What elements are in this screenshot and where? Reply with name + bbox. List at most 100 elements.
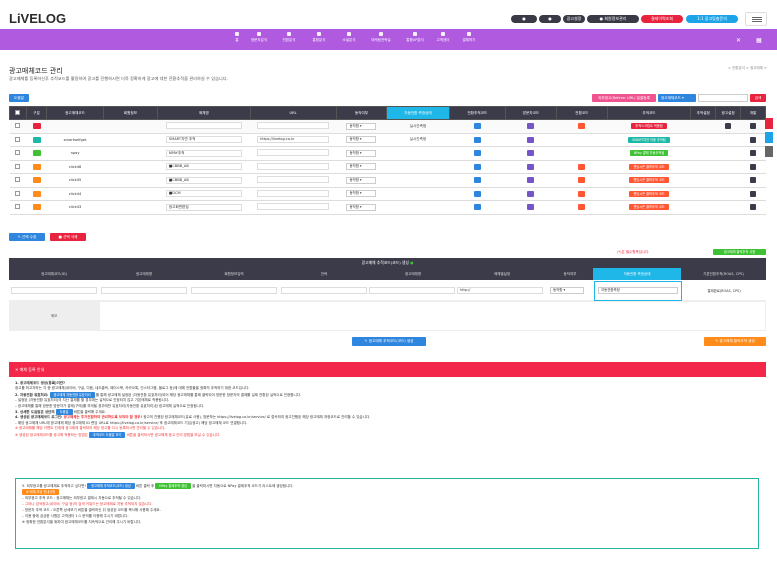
row-status-select[interactable]: 동작함 ▾: [346, 190, 377, 198]
conv-code-icon[interactable]: [473, 150, 481, 157]
gear-icon[interactable]: [725, 123, 732, 130]
row-media-input[interactable]: NPAY추적: [165, 149, 242, 157]
row-checkbox[interactable]: [15, 163, 21, 169]
col-check[interactable]: [9, 106, 27, 120]
memo-textarea[interactable]: [99, 301, 766, 331]
conv-code-icon[interactable]: [473, 190, 481, 197]
track-code-badge[interactable]: 랜딩시즌 클릭추적 코드: [629, 190, 669, 197]
reg-auto-conv-select[interactable]: 자동전환측정: [598, 287, 678, 294]
conv-code-icon[interactable]: [473, 177, 481, 184]
row-url-input[interactable]: [257, 189, 330, 197]
reg-member-input[interactable]: [191, 287, 277, 294]
auto-conv-valid-button[interactable]: 광고매체 자동전환 유효처리: [49, 391, 95, 398]
guide-create-code-button[interactable]: 광고매체 추적코드(코드) 생성: [87, 483, 135, 489]
search-type-select[interactable]: 광고매체코드 ▾: [658, 94, 696, 102]
side-widget-red[interactable]: [765, 118, 773, 129]
conv-icon[interactable]: [578, 163, 586, 170]
top-button-settings[interactable]: ●: [539, 15, 561, 23]
visitor-code-icon[interactable]: [527, 204, 535, 211]
row-media-input[interactable]: SMART자연 추적: [165, 136, 242, 144]
external-referer-bulk-button[interactable]: 외부광고(Referer URL) 일괄등록: [592, 94, 656, 102]
top-button-ad-settings[interactable]: 광고설정: [563, 15, 585, 23]
search-button[interactable]: 검색: [750, 94, 766, 102]
reg-status-select[interactable]: 동작함 ▾: [550, 287, 584, 294]
visitor-code-icon[interactable]: [527, 150, 535, 157]
conv-code-icon[interactable]: [473, 136, 481, 143]
row-url-input[interactable]: [257, 203, 330, 211]
row-status-select[interactable]: 동작함 ▾: [346, 122, 377, 130]
side-widget-blue[interactable]: [765, 132, 773, 143]
conv-code-icon[interactable]: [473, 123, 481, 130]
conv-icon[interactable]: [578, 190, 586, 197]
reg-code-input[interactable]: [11, 287, 97, 294]
track-code-badge[interactable]: SMART자연 자동 추적됨: [628, 136, 670, 143]
visitor-code-icon[interactable]: [527, 136, 535, 143]
row-status-select[interactable]: 동작함 ▾: [346, 163, 377, 171]
row-url-input[interactable]: [257, 176, 330, 184]
reg-name-input[interactable]: [101, 287, 187, 294]
edit-selected-button[interactable]: ✎ 선택 수정: [9, 233, 45, 241]
top-button-inquiry[interactable]: 1:1 광고맞춤문의: [686, 15, 738, 23]
visitor-code-icon[interactable]: [527, 163, 535, 170]
row-checkbox[interactable]: [15, 136, 21, 142]
edit-icon[interactable]: [750, 150, 757, 157]
visitor-code-icon[interactable]: [527, 190, 535, 197]
conv-icon[interactable]: [578, 123, 586, 130]
top-button-home[interactable]: ●: [511, 15, 537, 23]
edit-icon[interactable]: [750, 177, 757, 184]
grid-icon[interactable]: ▦: [756, 37, 762, 44]
visitor-code-icon[interactable]: [527, 177, 535, 184]
conv-icon[interactable]: [578, 204, 586, 211]
edit-icon[interactable]: [750, 204, 757, 211]
row-media-input[interactable]: ■CBBB_AB: [165, 176, 242, 184]
nav-item-visitor[interactable]: 방문자분석: [244, 32, 274, 43]
row-url-input[interactable]: [257, 149, 330, 157]
reg-name2-input[interactable]: [369, 287, 455, 294]
nav-item-payment[interactable]: 결제하기: [454, 32, 484, 43]
menu-toggle-button[interactable]: [745, 12, 767, 26]
edit-icon[interactable]: [750, 123, 757, 130]
track-code-help-button[interactable]: 추적코드 도움말 보기: [89, 431, 126, 438]
nav-item-integrated[interactable]: 통합분석: [304, 32, 334, 43]
row-media-input[interactable]: ■DCM: [165, 190, 242, 198]
search-input[interactable]: [698, 94, 748, 102]
track-code-badge[interactable]: NPay 결제 자동추적됨: [629, 150, 669, 157]
side-widget-gray[interactable]: [765, 146, 773, 157]
row-status-select[interactable]: 동작함 ▾: [346, 176, 377, 184]
row-checkbox[interactable]: [15, 123, 21, 129]
nav-item-up-analysis[interactable]: 통합UP분석: [400, 32, 430, 43]
row-checkbox[interactable]: [15, 150, 21, 156]
guide-bar[interactable]: ✕ 매체 등록 안내: [9, 362, 766, 377]
reg-strategy-input[interactable]: [281, 287, 367, 294]
row-url-input[interactable]: https://livelog.co.kr: [257, 136, 330, 144]
row-checkbox[interactable]: [15, 190, 21, 196]
delete-selected-button[interactable]: ■ 선택 삭제: [50, 233, 86, 241]
row-url-input[interactable]: [257, 162, 330, 170]
row-url-input[interactable]: [257, 122, 330, 130]
select-all-checkbox[interactable]: [15, 110, 21, 115]
edit-icon[interactable]: [750, 190, 757, 197]
track-code-badge[interactable]: 랜딩시즌 클릭추적 코드: [629, 204, 669, 211]
visitor-code-icon[interactable]: [527, 123, 535, 130]
top-button-payment[interactable]: 결제이력조회: [641, 15, 683, 23]
nav-item-social[interactable]: 소셜분석: [334, 32, 364, 43]
create-click-track-button[interactable]: ✎ 광고매체 클릭추적 생성: [704, 337, 766, 346]
conv-code-icon[interactable]: [473, 204, 481, 211]
create-track-code-button[interactable]: ✎ 광고매체 추적코드(코드) 생성: [352, 337, 426, 346]
row-checkbox[interactable]: [15, 204, 21, 210]
edit-icon[interactable]: [750, 136, 757, 143]
reg-url-input[interactable]: http://: [457, 287, 543, 294]
track-code-badge[interactable]: 추적스크립트 적용됨: [631, 123, 667, 130]
help-button[interactable]: 도움말: [9, 94, 29, 102]
top-button-member-info[interactable]: ● 회원정보관리: [587, 15, 639, 23]
conv-icon[interactable]: [578, 177, 586, 184]
track-code-badge[interactable]: 랜딩시즌 클릭추적 코드: [629, 177, 669, 184]
nav-item-strategy[interactable]: 마케팅전략실: [366, 32, 396, 43]
row-media-input[interactable]: ■CBBB_AB: [165, 163, 242, 171]
guide-npay-button[interactable]: NPay 결제추적 생성: [155, 483, 191, 489]
conv-code-icon[interactable]: [473, 163, 481, 170]
row-status-select[interactable]: 동작함 ▾: [346, 136, 377, 144]
row-media-input[interactable]: 광고화면편집: [165, 203, 242, 211]
media-click-track-use-button[interactable]: 광고매체 클릭추적 사용: [713, 249, 766, 255]
row-status-select[interactable]: 동작함 ▾: [346, 203, 377, 211]
